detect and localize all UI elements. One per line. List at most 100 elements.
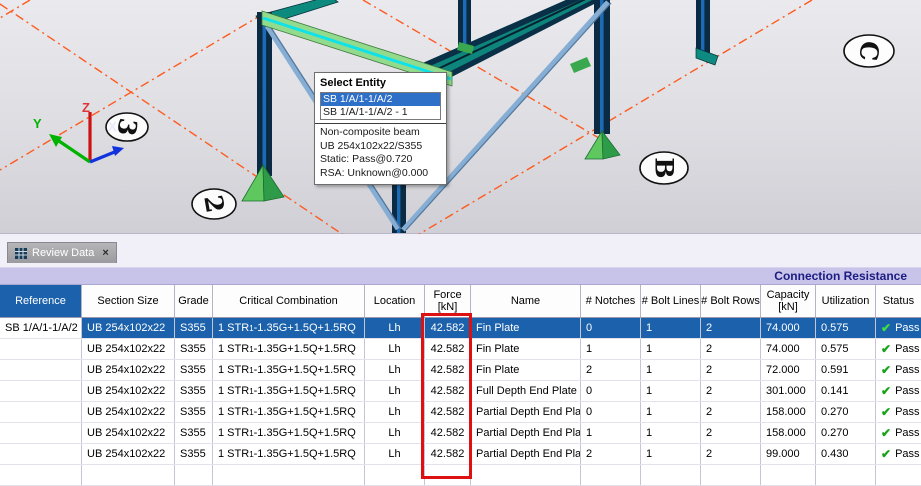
cell-critical-combination[interactable]: 1 STR1-1.35G+1.5Q+1.5RQ (213, 381, 365, 401)
cell-force[interactable]: 42.582 (425, 444, 471, 464)
cell-section-size[interactable]: UB 254x102x22 (82, 360, 175, 380)
cell-name[interactable]: Fin Plate (471, 339, 581, 359)
cell-section-size[interactable] (82, 465, 175, 485)
cell-grade[interactable]: S355 (175, 360, 213, 380)
cell-notches[interactable]: 1 (581, 339, 641, 359)
cell-status[interactable]: ✔Pass (876, 402, 921, 422)
cell-force[interactable] (425, 465, 471, 485)
cell-force[interactable]: 42.582 (425, 423, 471, 443)
cell-status[interactable]: ✔Pass (876, 444, 921, 464)
cell-notches[interactable]: 2 (581, 360, 641, 380)
cell-bolt-rows[interactable]: 2 (701, 444, 761, 464)
cell-section-size[interactable]: UB 254x102x22 (82, 402, 175, 422)
cell-capacity[interactable]: 301.000 (761, 381, 816, 401)
cell-critical-combination[interactable]: 1 STR1-1.35G+1.5Q+1.5RQ (213, 423, 365, 443)
cell-grade[interactable]: S355 (175, 381, 213, 401)
cell-section-size[interactable]: UB 254x102x22 (82, 381, 175, 401)
cell-critical-combination[interactable]: 1 STR1-1.35G+1.5Q+1.5RQ (213, 444, 365, 464)
table-row[interactable] (0, 465, 921, 486)
cell-status[interactable]: ✔Pass (876, 318, 921, 338)
col-header-location[interactable]: Location (365, 285, 425, 317)
cell-section-size[interactable]: UB 254x102x22 (82, 318, 175, 338)
cell-grade[interactable]: S355 (175, 339, 213, 359)
cell-utilization[interactable]: 0.270 (816, 402, 876, 422)
col-header-section-size[interactable]: Section Size (82, 285, 175, 317)
cell-force[interactable]: 42.582 (425, 360, 471, 380)
cell-critical-combination[interactable]: 1 STR1-1.35G+1.5Q+1.5RQ (213, 402, 365, 422)
col-header-name[interactable]: Name (471, 285, 581, 317)
cell-status[interactable]: ✔Pass (876, 381, 921, 401)
cell-critical-combination[interactable]: 1 STR1-1.35G+1.5Q+1.5RQ (213, 318, 365, 338)
cell-name[interactable]: Partial Depth End Plate (471, 423, 581, 443)
cell-location[interactable]: Lh (365, 444, 425, 464)
steel-column[interactable] (696, 0, 710, 56)
table-row[interactable]: UB 254x102x22 S355 1 STR1-1.35G+1.5Q+1.5… (0, 381, 921, 402)
cell-utilization[interactable]: 0.141 (816, 381, 876, 401)
cell-name[interactable]: Full Depth End Plate (471, 381, 581, 401)
cell-capacity[interactable] (761, 465, 816, 485)
cell-capacity[interactable]: 158.000 (761, 402, 816, 422)
col-header-bolt-lines[interactable]: # Bolt Lines (641, 285, 701, 317)
cell-status[interactable]: ✔Pass (876, 423, 921, 443)
cell-name[interactable] (471, 465, 581, 485)
col-header-status[interactable]: Status (876, 285, 921, 317)
col-header-capacity[interactable]: Capacity [kN] (761, 285, 816, 317)
cell-critical-combination[interactable]: 1 STR1-1.35G+1.5Q+1.5RQ (213, 360, 365, 380)
col-header-grade[interactable]: Grade (175, 285, 213, 317)
cell-utilization[interactable]: 0.270 (816, 423, 876, 443)
cell-grade[interactable] (175, 465, 213, 485)
cell-bolt-rows[interactable]: 2 (701, 360, 761, 380)
col-header-reference[interactable]: Reference (0, 285, 82, 317)
cell-force[interactable]: 42.582 (425, 402, 471, 422)
cell-critical-combination[interactable] (213, 465, 365, 485)
cell-location[interactable]: Lh (365, 360, 425, 380)
cell-reference[interactable] (0, 444, 82, 464)
cell-capacity[interactable]: 72.000 (761, 360, 816, 380)
cell-reference[interactable] (0, 402, 82, 422)
cell-bolt-lines[interactable] (641, 465, 701, 485)
cell-name[interactable]: Fin Plate (471, 318, 581, 338)
cell-capacity[interactable]: 74.000 (761, 339, 816, 359)
cell-bolt-lines[interactable]: 1 (641, 402, 701, 422)
cell-section-size[interactable]: UB 254x102x22 (82, 423, 175, 443)
cell-location[interactable]: Lh (365, 402, 425, 422)
cell-bolt-lines[interactable]: 1 (641, 339, 701, 359)
table-row[interactable]: UB 254x102x22 S355 1 STR1-1.35G+1.5Q+1.5… (0, 339, 921, 360)
grid-bubble-2[interactable]: 2 (192, 189, 236, 219)
cell-reference[interactable] (0, 360, 82, 380)
cell-bolt-rows[interactable]: 2 (701, 381, 761, 401)
cell-grade[interactable]: S355 (175, 444, 213, 464)
cell-notches[interactable]: 0 (581, 318, 641, 338)
cell-capacity[interactable]: 99.000 (761, 444, 816, 464)
cell-bolt-rows[interactable]: 2 (701, 339, 761, 359)
cell-bolt-lines[interactable]: 1 (641, 423, 701, 443)
cell-section-size[interactable]: UB 254x102x22 (82, 444, 175, 464)
tab-close-icon[interactable]: × (102, 247, 108, 259)
table-row[interactable]: SB 1/A/1-1/A/2 UB 254x102x22 S355 1 STR1… (0, 318, 921, 339)
cell-notches[interactable]: 2 (581, 444, 641, 464)
cell-location[interactable] (365, 465, 425, 485)
cell-location[interactable]: Lh (365, 318, 425, 338)
table-row[interactable]: UB 254x102x22 S355 1 STR1-1.35G+1.5Q+1.5… (0, 402, 921, 423)
model-3d-viewport[interactable]: Z Y X (0, 0, 921, 234)
cell-location[interactable]: Lh (365, 339, 425, 359)
cell-location[interactable]: Lh (365, 423, 425, 443)
cell-notches[interactable]: 0 (581, 402, 641, 422)
cell-reference[interactable] (0, 339, 82, 359)
cell-name[interactable]: Fin Plate (471, 360, 581, 380)
cell-utilization[interactable]: 0.575 (816, 339, 876, 359)
cell-notches[interactable]: 0 (581, 381, 641, 401)
cell-bolt-rows[interactable]: 2 (701, 318, 761, 338)
cell-bolt-rows[interactable]: 2 (701, 423, 761, 443)
cell-force[interactable]: 42.582 (425, 339, 471, 359)
cell-reference[interactable]: SB 1/A/1-1/A/2 (0, 318, 82, 338)
cell-bolt-lines[interactable]: 1 (641, 360, 701, 380)
cell-status[interactable]: ✔Pass (876, 339, 921, 359)
cell-grade[interactable]: S355 (175, 423, 213, 443)
entity-list-item[interactable]: SB 1/A/1-1/A/2 (321, 93, 440, 106)
cell-utilization[interactable]: 0.575 (816, 318, 876, 338)
cell-name[interactable]: Partial Depth End Plate (471, 444, 581, 464)
table-row[interactable]: UB 254x102x22 S355 1 STR1-1.35G+1.5Q+1.5… (0, 444, 921, 465)
col-header-utilization[interactable]: Utilization (816, 285, 876, 317)
entity-list-item[interactable]: SB 1/A/1-1/A/2 - 1 (321, 106, 440, 119)
